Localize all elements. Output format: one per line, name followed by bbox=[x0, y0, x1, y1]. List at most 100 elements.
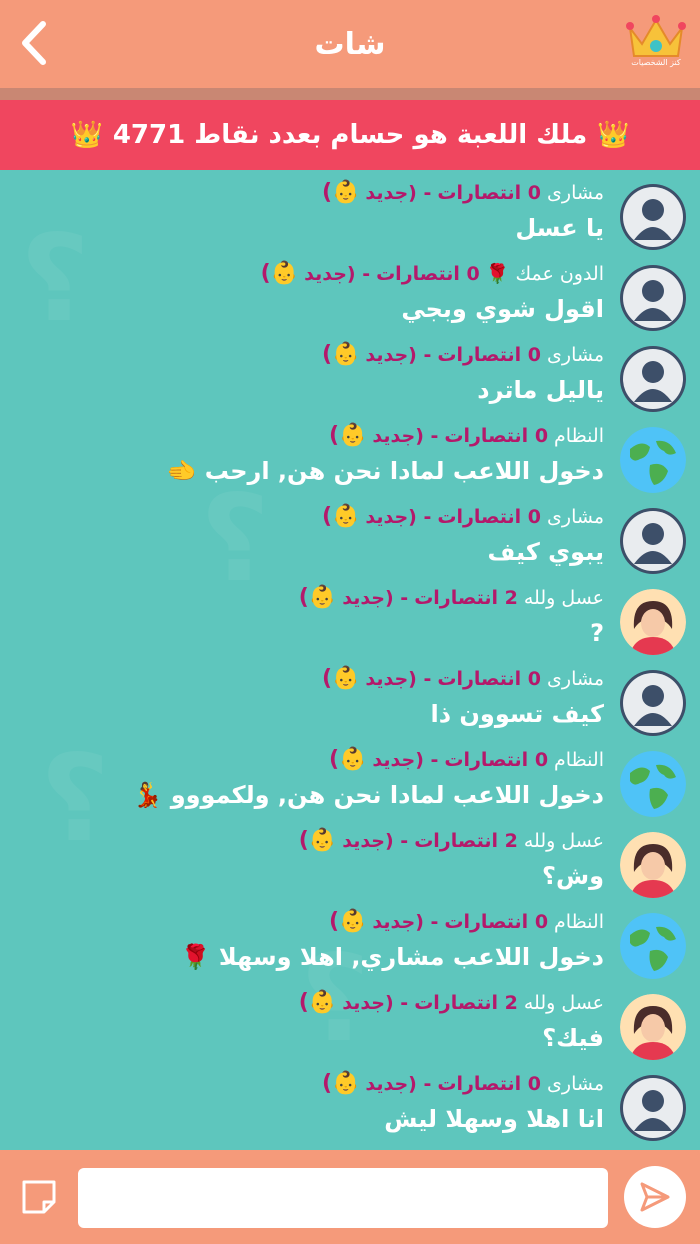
message-meta: مشارى 0 انتصارات - (جديد 👶) bbox=[322, 342, 604, 367]
message-meta: الدون عمك 🌹 0 انتصارات - (جديد 👶) bbox=[261, 261, 604, 286]
username[interactable]: عسل ولله bbox=[524, 587, 604, 609]
top-bar: شات كنز الشخصيات bbox=[0, 0, 700, 88]
baby-badge-icon: 👶) bbox=[328, 747, 367, 772]
baby-badge-icon: 👶) bbox=[328, 423, 367, 448]
username[interactable]: الدون عمك 🌹 bbox=[486, 262, 604, 285]
message-text: دخول اللاعب لمادا نحن هن, ارحب 🫲 bbox=[166, 457, 604, 485]
sticker-button[interactable] bbox=[18, 1176, 60, 1218]
message-text: كيف تسوون ذا bbox=[430, 700, 604, 728]
woman-avatar[interactable] bbox=[620, 589, 686, 655]
username[interactable]: عسل ولله bbox=[524, 830, 604, 852]
message-text: انا اهلا وسهلا ليش bbox=[384, 1105, 604, 1133]
default-avatar[interactable] bbox=[620, 346, 686, 412]
crown-logo-icon bbox=[626, 15, 686, 57]
header-divider bbox=[0, 88, 700, 100]
wins-count: 0 انتصارات bbox=[444, 910, 549, 933]
globe-avatar[interactable] bbox=[620, 913, 686, 979]
rank-status: - (جديد bbox=[342, 991, 409, 1014]
username[interactable]: النظام bbox=[554, 425, 604, 447]
baby-badge-icon: 👶) bbox=[321, 504, 360, 529]
wins-count: 0 انتصارات bbox=[437, 343, 542, 366]
username[interactable]: مشارى bbox=[547, 344, 604, 366]
message-meta: مشارى 0 انتصارات - (جديد 👶) bbox=[322, 1071, 604, 1096]
wins-count: 0 انتصارات bbox=[444, 424, 549, 447]
logo-text: كنز الشخصيات bbox=[631, 58, 681, 67]
default-avatar[interactable] bbox=[620, 670, 686, 736]
message-text: دخول اللاعب مشاري, اهلا وسهلا 🌹 bbox=[180, 943, 604, 971]
baby-badge-icon: 👶) bbox=[298, 585, 337, 610]
wins-count: 0 انتصارات bbox=[444, 748, 549, 771]
username[interactable]: النظام bbox=[554, 911, 604, 933]
page-title: شات bbox=[314, 26, 386, 62]
send-button[interactable] bbox=[624, 1166, 686, 1228]
wins-count: 2 انتصارات bbox=[414, 586, 518, 609]
rank-status: - (جديد bbox=[304, 262, 371, 285]
username[interactable]: عسل ولله bbox=[524, 992, 604, 1014]
globe-avatar[interactable] bbox=[620, 427, 686, 493]
baby-badge-icon: 👶) bbox=[260, 261, 299, 286]
baby-badge-icon: 👶) bbox=[321, 666, 360, 691]
sticker-icon bbox=[22, 1180, 56, 1214]
chat-message: عسل ولله 2 انتصارات - (جديد 👶)? bbox=[0, 575, 700, 656]
username[interactable]: مشارى bbox=[547, 668, 604, 690]
back-button[interactable] bbox=[14, 18, 54, 68]
message-text: يبوي كيف bbox=[487, 538, 604, 566]
default-avatar[interactable] bbox=[620, 508, 686, 574]
rank-status: - (جديد bbox=[365, 505, 432, 528]
message-meta: مشارى 0 انتصارات - (جديد 👶) bbox=[322, 504, 604, 529]
username[interactable]: مشارى bbox=[547, 1073, 604, 1095]
baby-badge-icon: 👶) bbox=[328, 909, 367, 934]
message-input[interactable] bbox=[78, 1168, 608, 1228]
message-text: ياليل ماترد bbox=[477, 376, 604, 404]
woman-avatar[interactable] bbox=[620, 832, 686, 898]
message-text: ? bbox=[590, 619, 604, 647]
message-meta: مشارى 0 انتصارات - (جديد 👶) bbox=[322, 180, 604, 205]
chat-message: مشارى 0 انتصارات - (جديد 👶) ياليل ماترد bbox=[0, 332, 700, 413]
rank-status: - (جديد bbox=[372, 748, 439, 771]
baby-badge-icon: 👶) bbox=[321, 342, 360, 367]
rank-status: - (جديد bbox=[365, 667, 432, 690]
chat-message: مشارى 0 انتصارات - (جديد 👶) يبوي كيف bbox=[0, 494, 700, 575]
wins-count: 0 انتصارات bbox=[437, 667, 542, 690]
default-avatar[interactable] bbox=[620, 1075, 686, 1141]
chevron-left-icon bbox=[22, 21, 46, 65]
globe-avatar[interactable] bbox=[620, 751, 686, 817]
message-text: يا عسل bbox=[515, 214, 604, 242]
baby-badge-icon: 👶) bbox=[298, 990, 337, 1015]
message-meta: مشارى 0 انتصارات - (جديد 👶) bbox=[322, 666, 604, 691]
rank-status: - (جديد bbox=[372, 424, 439, 447]
message-text: دخول اللاعب لمادا نحن هن, ولكمووو 💃 bbox=[132, 781, 604, 809]
username[interactable]: النظام bbox=[554, 749, 604, 771]
baby-badge-icon: 👶) bbox=[298, 828, 337, 853]
send-icon bbox=[640, 1182, 670, 1212]
username[interactable]: مشارى bbox=[547, 506, 604, 528]
chat-message: النظام 0 انتصارات - (جديد 👶) دخول اللاعب لما… bbox=[0, 413, 700, 494]
crown-icon: 👑 bbox=[597, 120, 630, 150]
message-text: وش؟ bbox=[542, 862, 604, 890]
chat-message: عسل ولله 2 انتصارات - (جديد 👶) فيك؟ bbox=[0, 980, 700, 1061]
username[interactable]: مشارى bbox=[547, 182, 604, 204]
default-avatar[interactable] bbox=[620, 265, 686, 331]
wins-count: 0 انتصارات bbox=[376, 262, 480, 285]
baby-badge-icon: 👶) bbox=[321, 1071, 360, 1096]
rank-status: - (جديد bbox=[342, 586, 409, 609]
message-meta: عسل ولله 2 انتصارات - (جديد 👶) bbox=[299, 828, 604, 853]
app-logo: كنز الشخصيات bbox=[624, 14, 688, 76]
rank-status: - (جديد bbox=[365, 343, 432, 366]
rank-status: - (جديد bbox=[365, 1072, 432, 1095]
wins-count: 2 انتصارات bbox=[414, 829, 518, 852]
wins-count: 0 انتصارات bbox=[437, 1072, 542, 1095]
chat-message: عسل ولله 2 انتصارات - (جديد 👶) وش؟ bbox=[0, 818, 700, 899]
chat-message: مشارى 0 انتصارات - (جديد 👶) يا عسل bbox=[0, 170, 700, 251]
message-text: اقول شوي وبجي bbox=[401, 295, 604, 323]
chat-list[interactable]: ؟ ؟ ؟ ؟ مشارى 0 انتصارات - (جديد 👶) يا عسل ال… bbox=[0, 170, 700, 1150]
message-meta: النظام 0 انتصارات - (جديد 👶) bbox=[329, 747, 604, 772]
chat-message: مشارى 0 انتصارات - (جديد 👶) انا اهلا وسهلا ل… bbox=[0, 1061, 700, 1142]
chat-message: النظام 0 انتصارات - (جديد 👶) دخول اللاعب مشا… bbox=[0, 899, 700, 980]
rank-status: - (جديد bbox=[342, 829, 409, 852]
rank-status: - (جديد bbox=[372, 910, 439, 933]
woman-avatar[interactable] bbox=[620, 994, 686, 1060]
message-meta: عسل ولله 2 انتصارات - (جديد 👶) bbox=[299, 990, 604, 1015]
wins-count: 0 انتصارات bbox=[437, 505, 542, 528]
default-avatar[interactable] bbox=[620, 184, 686, 250]
